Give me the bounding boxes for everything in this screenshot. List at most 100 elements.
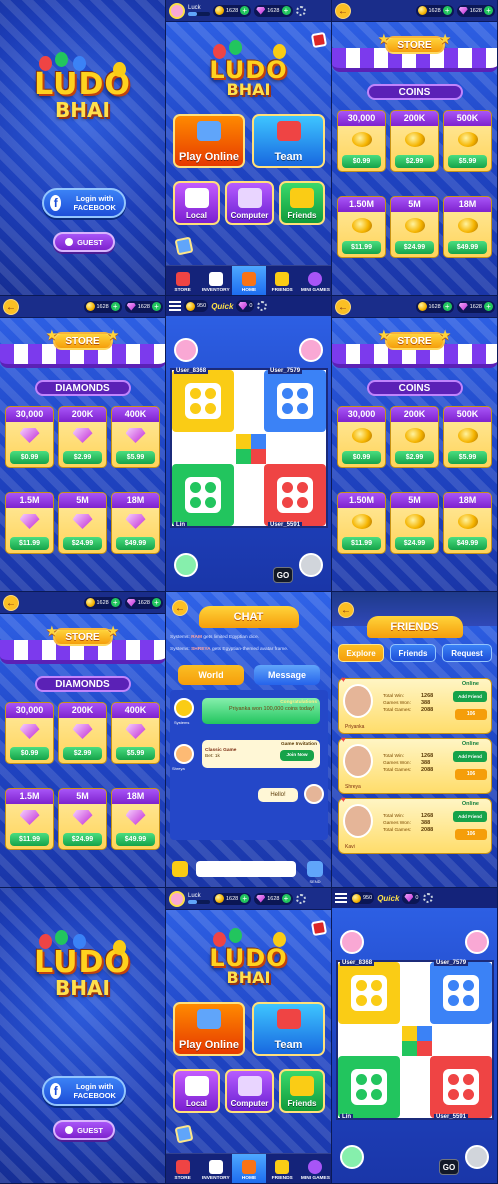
store-offer-card[interactable]: 1.5M $11.99 bbox=[5, 788, 54, 850]
buy-button[interactable]: $5.99 bbox=[448, 155, 487, 168]
tab-world[interactable]: World bbox=[178, 665, 244, 685]
facebook-login-button[interactable]: f Login with FACEBOOK bbox=[42, 188, 126, 218]
back-button[interactable]: ← bbox=[3, 594, 19, 611]
friends-button[interactable]: Friends bbox=[279, 1069, 325, 1113]
store-offer-card[interactable]: 200K $2.99 bbox=[390, 110, 439, 172]
back-button[interactable]: ← bbox=[338, 602, 354, 618]
gear-icon[interactable] bbox=[423, 893, 434, 903]
store-offer-card[interactable]: 200K $2.99 bbox=[58, 702, 107, 764]
add-friend-button[interactable]: Add Friend bbox=[453, 691, 487, 702]
gear-icon[interactable] bbox=[257, 301, 268, 311]
store-offer-card[interactable]: 30,000 $0.99 bbox=[5, 406, 54, 468]
gift-icon[interactable] bbox=[310, 919, 328, 937]
heart-icon[interactable]: ♥ bbox=[341, 675, 346, 684]
player-avatar[interactable] bbox=[340, 1145, 364, 1169]
go-button[interactable]: GO bbox=[439, 1159, 459, 1175]
nav-friends[interactable]: FRIENDS bbox=[266, 1154, 299, 1183]
nav-mini-games[interactable]: MINI GAMES bbox=[299, 1154, 331, 1183]
computer-button[interactable]: Computer bbox=[225, 1069, 274, 1113]
tab-request[interactable]: Request bbox=[442, 644, 492, 662]
buy-button[interactable]: $5.99 bbox=[116, 451, 155, 464]
buy-button[interactable]: $2.99 bbox=[63, 451, 102, 464]
buy-button[interactable]: $5.99 bbox=[448, 451, 487, 464]
player-avatar[interactable] bbox=[174, 553, 198, 577]
nav-home[interactable]: HOME bbox=[232, 1154, 266, 1183]
menu-icon[interactable] bbox=[169, 301, 181, 311]
back-button[interactable]: ← bbox=[172, 600, 188, 616]
avatar[interactable] bbox=[169, 890, 185, 907]
gear-icon[interactable] bbox=[295, 893, 306, 904]
buy-button[interactable]: $5.99 bbox=[116, 747, 155, 760]
avatar[interactable] bbox=[169, 2, 185, 19]
store-offer-card[interactable]: 400K $5.99 bbox=[111, 406, 160, 468]
tab-friends[interactable]: Friends bbox=[390, 644, 436, 662]
player-avatar[interactable] bbox=[174, 338, 198, 362]
facebook-login-button[interactable]: f Login with FACEBOOK bbox=[42, 1076, 126, 1106]
tab-explore[interactable]: Explore bbox=[338, 644, 384, 662]
guest-login-button[interactable]: GUEST bbox=[53, 232, 115, 252]
buy-button[interactable]: $0.99 bbox=[342, 155, 381, 168]
avatar[interactable] bbox=[343, 744, 373, 778]
store-offer-card[interactable]: 1.5M $11.99 bbox=[5, 492, 54, 554]
rules-book-icon[interactable] bbox=[174, 1124, 194, 1144]
avatar[interactable] bbox=[343, 684, 373, 718]
store-offer-card[interactable]: 30,000 $0.99 bbox=[337, 110, 386, 172]
local-button[interactable]: Local bbox=[173, 181, 220, 225]
send-button[interactable]: SEND bbox=[307, 861, 323, 884]
buy-button[interactable]: $24.99 bbox=[395, 537, 434, 550]
player-avatar[interactable] bbox=[340, 930, 364, 954]
buy-button[interactable]: $11.99 bbox=[342, 241, 381, 254]
avatar[interactable] bbox=[304, 784, 324, 804]
buy-button[interactable]: $0.99 bbox=[10, 451, 49, 464]
nav-store[interactable]: STORE bbox=[166, 1154, 199, 1183]
buy-button[interactable]: $2.99 bbox=[395, 451, 434, 464]
store-offer-card[interactable]: 18M $49.99 bbox=[443, 492, 492, 554]
gift-icon[interactable] bbox=[310, 31, 328, 49]
nav-mini-games[interactable]: MINI GAMES bbox=[299, 266, 331, 295]
buy-button[interactable]: $0.99 bbox=[10, 747, 49, 760]
buy-button[interactable]: $11.99 bbox=[10, 537, 49, 550]
nav-inventory[interactable]: INVENTORY bbox=[199, 1154, 232, 1183]
store-offer-card[interactable]: 5M $24.99 bbox=[390, 492, 439, 554]
buy-button[interactable]: $24.99 bbox=[63, 833, 102, 846]
buy-button[interactable]: $0.99 bbox=[342, 451, 381, 464]
store-offer-card[interactable]: 1.50M $11.99 bbox=[337, 196, 386, 258]
buy-button[interactable]: $49.99 bbox=[448, 537, 487, 550]
nav-home[interactable]: HOME bbox=[232, 266, 266, 295]
avatar[interactable] bbox=[174, 698, 194, 718]
store-offer-card[interactable]: 5M $24.99 bbox=[390, 196, 439, 258]
add-coins-button[interactable]: + bbox=[240, 6, 250, 15]
emoji-icon[interactable] bbox=[172, 861, 188, 877]
store-offer-card[interactable]: 400K $5.99 bbox=[111, 702, 160, 764]
join-now-button[interactable]: Join Now bbox=[280, 750, 314, 761]
local-button[interactable]: Local bbox=[173, 1069, 220, 1113]
buy-button[interactable]: $2.99 bbox=[395, 155, 434, 168]
rules-book-icon[interactable] bbox=[174, 236, 194, 256]
play-online-button[interactable]: Play Online bbox=[173, 114, 245, 168]
store-offer-card[interactable]: 200K $2.99 bbox=[390, 406, 439, 468]
store-offer-card[interactable]: 18M $49.99 bbox=[443, 196, 492, 258]
avatar[interactable] bbox=[174, 744, 194, 764]
player-avatar[interactable] bbox=[299, 338, 323, 362]
friends-button[interactable]: Friends bbox=[279, 181, 325, 225]
store-offer-card[interactable]: 30,000 $0.99 bbox=[5, 702, 54, 764]
play-online-button[interactable]: Play Online bbox=[173, 1002, 245, 1056]
back-button[interactable]: ← bbox=[335, 298, 351, 315]
store-offer-card[interactable]: 500K $5.99 bbox=[443, 406, 492, 468]
go-button[interactable]: GO bbox=[273, 567, 293, 583]
store-offer-card[interactable]: 18M $49.99 bbox=[111, 788, 160, 850]
back-button[interactable]: ← bbox=[3, 298, 19, 315]
back-button[interactable]: ← bbox=[335, 2, 351, 19]
buy-button[interactable]: $2.99 bbox=[63, 747, 102, 760]
store-offer-card[interactable]: 200K $2.99 bbox=[58, 406, 107, 468]
tab-message[interactable]: Message bbox=[254, 665, 320, 685]
buy-button[interactable]: $24.99 bbox=[63, 537, 102, 550]
buy-button[interactable]: $11.99 bbox=[10, 833, 49, 846]
store-offer-card[interactable]: 5M $24.99 bbox=[58, 492, 107, 554]
player-avatar[interactable] bbox=[299, 553, 323, 577]
guest-login-button[interactable]: GUEST bbox=[53, 1120, 115, 1140]
add-diamonds-button[interactable]: + bbox=[281, 6, 291, 15]
computer-button[interactable]: Computer bbox=[225, 181, 274, 225]
buy-button[interactable]: $24.99 bbox=[395, 241, 434, 254]
store-offer-card[interactable]: 1.50M $11.99 bbox=[337, 492, 386, 554]
